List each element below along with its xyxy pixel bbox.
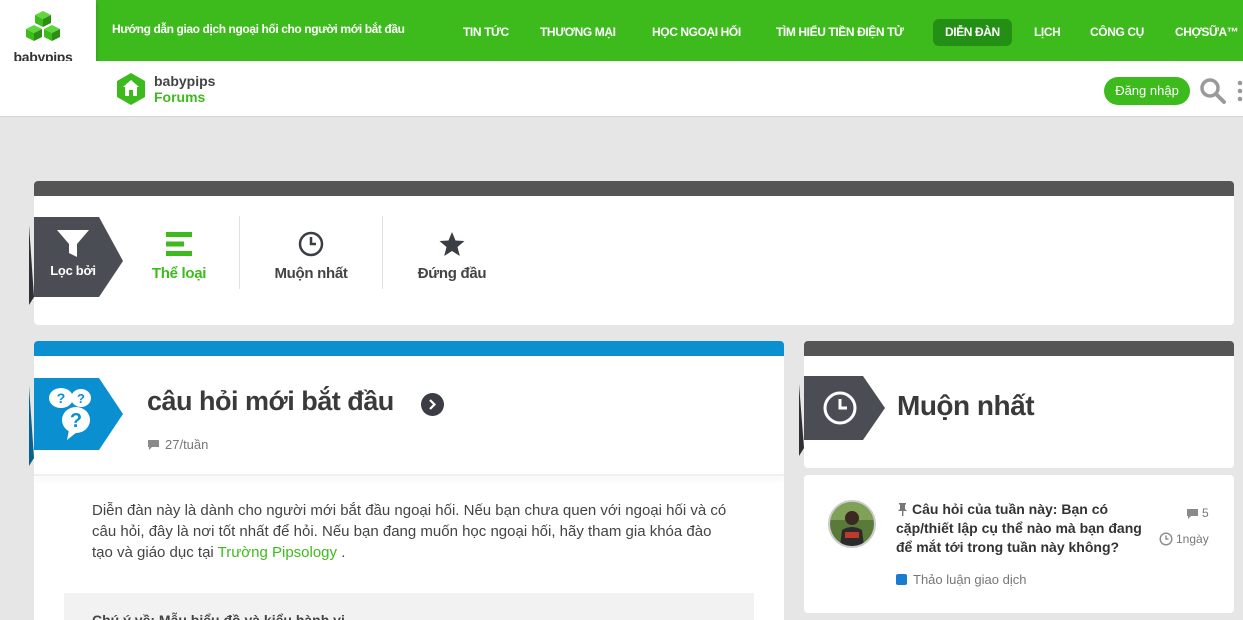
user-avatar-image	[830, 502, 874, 546]
nav-item-forums[interactable]: Diễn đàn	[933, 19, 1012, 46]
forum-brand-sub: Forums	[154, 89, 206, 105]
more-vertical-icon[interactable]	[1237, 79, 1243, 103]
filter-divider	[382, 216, 383, 289]
login-button[interactable]: Đăng nhập	[1104, 77, 1190, 105]
filter-divider	[239, 216, 240, 289]
category-card	[34, 341, 784, 620]
topic-title-text: Câu hỏi của tuần này: Bạn có cặp/thiết l…	[896, 501, 1142, 555]
topic-reply-count: 5	[1186, 506, 1209, 520]
pin-icon	[898, 503, 907, 516]
site-tagline[interactable]: Hướng dẫn giao dịch ngoại hối cho người …	[112, 22, 405, 36]
category-header-divider	[34, 474, 784, 476]
category-description: Diễn đàn này là dành cho người mới bắt đ…	[92, 500, 732, 563]
avatar[interactable]	[828, 500, 876, 548]
topic-replies-text: 5	[1202, 506, 1209, 520]
nav-item-marketmilk[interactable]: ChợSữa™	[1163, 19, 1243, 46]
filter-categories-label: Thể loại	[151, 265, 207, 282]
filter-categories-button[interactable]: Thể loại	[140, 228, 218, 288]
nav-item-learn-forex[interactable]: Học ngoại hối	[640, 19, 753, 46]
category-description-end: .	[337, 544, 346, 561]
category-tag-shape: ? ? ?	[29, 378, 123, 466]
topic-category[interactable]: Thảo luận giao dịch	[896, 572, 1026, 587]
comment-icon	[148, 440, 159, 450]
nav-item-trade[interactable]: thương mại	[528, 19, 628, 46]
featured-topic-title[interactable]: Chú ý về: Mẫu biểu đồ và kiểu hành vi	[92, 612, 345, 620]
topic-age: 1ngày	[1159, 532, 1209, 546]
filter-by-label: Lọc bởi	[50, 263, 96, 278]
nav-item-calendar[interactable]: Lịch	[1022, 19, 1072, 46]
latest-title: Muộn nhất	[897, 390, 1035, 421]
svg-text:?: ?	[77, 391, 85, 406]
topic-category-text: Thảo luận giao dịch	[913, 572, 1027, 587]
pipsology-link[interactable]: Trường Pipsology	[218, 544, 337, 561]
forum-home-icon[interactable]	[116, 72, 146, 106]
nav-item-learn-crypto[interactable]: Tìm hiểu tiền điện tử	[764, 19, 916, 46]
clock-icon	[298, 231, 324, 257]
svg-text:?: ?	[70, 410, 82, 432]
filter-top-button[interactable]: Đứng đầu	[402, 228, 502, 288]
category-description-text: Diễn đàn này là dành cho người mới bắt đ…	[92, 502, 727, 561]
category-post-rate: 27/tuần	[147, 437, 208, 452]
comment-icon	[1187, 509, 1198, 519]
filter-top-label: Đứng đầu	[417, 265, 487, 282]
logo-cubes-icon	[26, 11, 60, 41]
nav-item-news[interactable]: Tin tức	[451, 19, 521, 46]
category-title[interactable]: câu hỏi mới bắt đầu	[147, 386, 394, 417]
search-icon[interactable]	[1199, 77, 1227, 105]
forum-brand-name: babypips	[154, 73, 216, 89]
forum-header: babypips Forums Đăng nhập	[0, 61, 1243, 117]
latest-tag-shape	[799, 376, 885, 456]
topic-age-text: 1ngày	[1176, 532, 1209, 546]
star-icon	[439, 232, 465, 256]
category-color-strip	[34, 341, 784, 356]
category-rate-text: 27/tuần	[165, 437, 209, 452]
clock-icon	[1159, 532, 1173, 546]
filter-latest-label: Muộn nhất	[274, 265, 348, 282]
svg-text:?: ?	[57, 390, 66, 406]
topic-title[interactable]: Câu hỏi của tuần này: Bạn có cặp/thiết l…	[896, 500, 1156, 557]
filter-funnel-icon	[57, 230, 89, 257]
categories-icon	[166, 232, 192, 256]
filter-latest-button[interactable]: Muộn nhất	[260, 228, 362, 288]
latest-top-strip	[804, 341, 1234, 356]
top-navigation-bar: Hướng dẫn giao dịch ngoại hối cho người …	[0, 0, 1243, 61]
panel-top-strip	[34, 181, 1234, 196]
nav-item-tools[interactable]: Công cụ	[1078, 19, 1156, 46]
category-color-square	[896, 574, 907, 585]
chevron-right-icon[interactable]	[421, 393, 444, 416]
